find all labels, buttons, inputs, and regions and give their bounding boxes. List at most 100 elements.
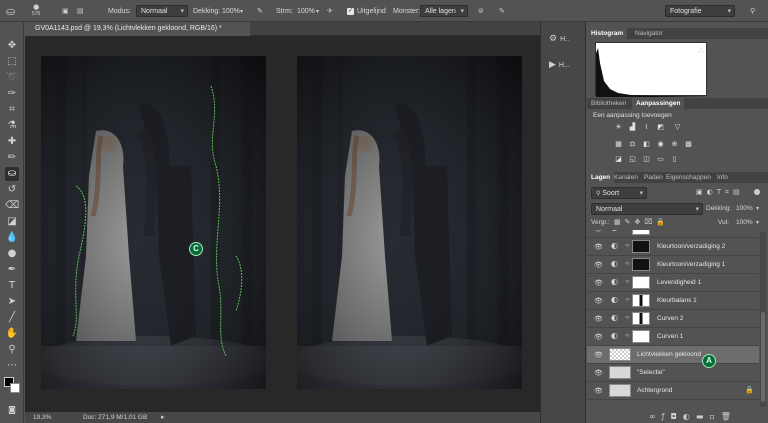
- layers-scrollbar-thumb[interactable]: [761, 312, 765, 402]
- delete-layer-icon[interactable]: 🗑: [721, 412, 737, 421]
- visibility-eye-icon[interactable]: 👁: [594, 369, 603, 377]
- layer-row[interactable]: 👁 ◐ ∞ Kleurbalans 1: [587, 292, 759, 310]
- fill-arrow-icon[interactable]: ▾: [756, 219, 759, 226]
- visibility-eye-icon[interactable]: 👁: [594, 230, 603, 233]
- layer-row[interactable]: 👁 ◐ ∞ Kleurtoon/verzadiging 1: [587, 256, 759, 274]
- layer-row[interactable]: 👁 🔒 Achtergrond: [587, 382, 759, 400]
- layer-mask-thumbnail[interactable]: [632, 258, 650, 271]
- marquee-tool-icon[interactable]: ⬚: [5, 55, 19, 69]
- filter-toggle[interactable]: [754, 189, 760, 195]
- vibrance-icon[interactable]: ▽: [673, 123, 682, 132]
- quick-selection-tool-icon[interactable]: ✑: [5, 87, 19, 101]
- tab-libraries[interactable]: Bibliotheken: [587, 98, 630, 109]
- brush-picker[interactable]: ● 576: [32, 3, 40, 17]
- eyedropper-tool-icon[interactable]: ⚗: [5, 119, 19, 133]
- layer-row[interactable]: 👁 ◐∞ Curven 5: [587, 230, 759, 238]
- collapsed-panel-item-1[interactable]: ⚙ H..: [549, 34, 569, 44]
- tab-channels[interactable]: Kanalen: [610, 172, 642, 183]
- layer-mask-thumbnail[interactable]: [632, 312, 650, 325]
- document-image-after[interactable]: [297, 56, 522, 389]
- exposure-icon[interactable]: ◩: [656, 123, 665, 132]
- tab-info[interactable]: Info: [713, 172, 732, 183]
- posterize-icon[interactable]: ◱: [628, 155, 637, 164]
- mask-link-icon[interactable]: ∞: [625, 242, 630, 249]
- channel-mixer-icon[interactable]: ⊕: [670, 140, 679, 149]
- sample-dropdown[interactable]: Alle lagen: [420, 5, 468, 17]
- gradient-tool-icon[interactable]: ◪: [5, 215, 19, 229]
- invert-icon[interactable]: ◪: [614, 155, 623, 164]
- pressure-opacity-icon[interactable]: ✎: [257, 5, 263, 17]
- add-mask-icon[interactable]: ◘: [671, 412, 683, 421]
- layer-opacity-value[interactable]: 100%: [736, 205, 753, 212]
- document-info[interactable]: Doc: 271,9 M/1,01 GB: [83, 414, 147, 421]
- pen-tool-icon[interactable]: ✒: [5, 263, 19, 277]
- clone-stamp-tool-icon[interactable]: ⛀: [5, 167, 19, 181]
- visibility-eye-icon[interactable]: 👁: [594, 387, 603, 395]
- layer-row[interactable]: 👁 ◐ ∞ Kleurtoon/verzadiging 2: [587, 238, 759, 256]
- visibility-eye-icon[interactable]: 👁: [594, 243, 603, 251]
- new-group-icon[interactable]: ▬: [696, 412, 710, 421]
- brush-tool-icon[interactable]: ✏: [5, 151, 19, 165]
- tab-adjustments[interactable]: Aanpassingen: [632, 98, 685, 109]
- photo-filter-icon[interactable]: ◉: [656, 140, 665, 149]
- canvas-area[interactable]: C: [25, 36, 540, 412]
- visibility-eye-icon[interactable]: 👁: [594, 333, 603, 341]
- clone-stamp-tool-preset-icon[interactable]: ⛀: [6, 5, 15, 18]
- curves-icon[interactable]: ⌇: [642, 123, 651, 132]
- levels-icon[interactable]: ▟: [628, 123, 637, 132]
- histogram-warning-icon[interactable]: ⚠: [697, 46, 705, 56]
- blur-tool-icon[interactable]: 💧: [5, 231, 19, 245]
- visibility-eye-icon[interactable]: 👁: [594, 261, 603, 269]
- visibility-eye-icon[interactable]: 👁: [594, 297, 603, 305]
- new-adjustment-icon[interactable]: ◐: [683, 412, 696, 421]
- mask-link-icon[interactable]: ∞: [625, 278, 630, 285]
- history-brush-tool-icon[interactable]: ↺: [5, 183, 19, 197]
- layer-row[interactable]: 👁 Lichtvlekken gekloond: [587, 346, 759, 364]
- hue-saturation-icon[interactable]: ▦: [614, 140, 623, 149]
- layer-row[interactable]: 👁 ◐ ∞ Levendigheid 1: [587, 274, 759, 292]
- layer-row[interactable]: 👁 ◐ ∞ Curven 1: [587, 328, 759, 346]
- move-tool-icon[interactable]: ✥: [5, 39, 19, 53]
- black-white-icon[interactable]: ◧: [642, 140, 651, 149]
- clone-source-icon[interactable]: ▤: [77, 5, 84, 17]
- layer-mask-thumbnail[interactable]: [632, 330, 650, 343]
- crop-tool-icon[interactable]: ⌗: [5, 103, 19, 117]
- layer-row[interactable]: 👁 ◐ ∞ Curven 2: [587, 310, 759, 328]
- selective-color-icon[interactable]: ▯: [670, 155, 679, 164]
- fill-value[interactable]: 100%: [736, 219, 753, 226]
- airbrush-icon[interactable]: ✈: [327, 5, 333, 17]
- fx-icon[interactable]: ƒ: [662, 412, 671, 421]
- healing-brush-tool-icon[interactable]: ✚: [5, 135, 19, 149]
- tab-navigator[interactable]: Navigator: [631, 28, 667, 39]
- ignore-adjustment-layers-icon[interactable]: ⊘: [478, 5, 484, 17]
- more-tools-icon[interactable]: ⋯: [5, 359, 19, 373]
- layer-thumbnail[interactable]: [609, 366, 631, 379]
- aligned-checkbox[interactable]: ✓ Uitgelijnd: [347, 5, 386, 17]
- mask-link-icon[interactable]: ∞: [625, 230, 630, 231]
- path-selection-tool-icon[interactable]: ➤: [5, 295, 19, 309]
- gradient-map-icon[interactable]: ▭: [656, 155, 665, 164]
- brightness-contrast-icon[interactable]: ☀: [614, 123, 623, 132]
- layer-mask-thumbnail[interactable]: [632, 276, 650, 289]
- color-lookup-icon[interactable]: ▩: [684, 140, 693, 149]
- flow-arrow-icon[interactable]: ▾: [316, 5, 319, 17]
- layer-filter-buttons[interactable]: ▣◐T⌗▤: [696, 188, 744, 197]
- type-tool-icon[interactable]: T: [5, 279, 19, 293]
- search-icon[interactable]: ⚲: [750, 5, 755, 17]
- flow-value[interactable]: 100%: [297, 5, 315, 17]
- mask-link-icon[interactable]: ∞: [625, 260, 630, 267]
- document-tab[interactable]: GV0A1143.psd @ 19,3% (Lichtvlekken geklo…: [25, 22, 250, 36]
- zoom-level[interactable]: 19,3%: [33, 414, 51, 421]
- mask-link-icon[interactable]: ∞: [625, 314, 630, 321]
- tab-histogram[interactable]: Histogram: [587, 28, 628, 39]
- collapsed-panel-item-2[interactable]: ▶ H...: [549, 60, 570, 70]
- layer-opacity-arrow-icon[interactable]: ▾: [756, 205, 759, 212]
- layer-thumbnail[interactable]: [609, 384, 631, 397]
- threshold-icon[interactable]: ◫: [642, 155, 651, 164]
- layers-scrollbar[interactable]: [760, 232, 766, 407]
- layer-thumbnail[interactable]: [609, 348, 631, 361]
- pressure-size-icon[interactable]: ✎: [499, 5, 505, 17]
- layer-mask-thumbnail[interactable]: [632, 230, 650, 235]
- lock-buttons[interactable]: ▦✎✥⌧🔒: [614, 218, 669, 226]
- mode-dropdown[interactable]: Normaal: [136, 5, 188, 17]
